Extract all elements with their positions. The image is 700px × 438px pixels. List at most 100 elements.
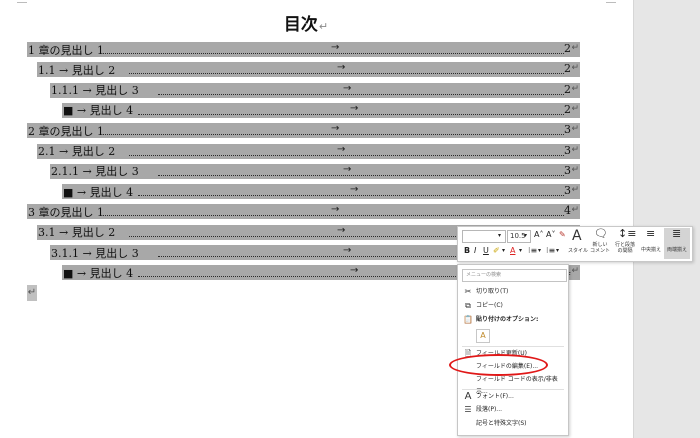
tab-arrow-mark: → [337, 224, 346, 236]
line-spacing-label[interactable]: 行と段落 の間隔 [611, 242, 639, 254]
styles-icon[interactable]: A [572, 229, 582, 243]
toc-page-number: 2 [564, 42, 571, 55]
paragraph-mark: ↵ [571, 164, 579, 175]
toc-entry[interactable]: 2.1 → 見出し 2 → 3 ↵ [37, 143, 580, 159]
toc-entry[interactable]: 1 章の見出し 1 → 2 ↵ [27, 42, 580, 57]
highlight-icon[interactable]: ✐ [493, 246, 500, 256]
menu-item-font[interactable]: A フォント(F)... [458, 391, 568, 403]
format-painter-icon[interactable]: ✎ [559, 230, 566, 240]
toc-page-number: 2 [564, 82, 571, 96]
tab-arrow-mark: → [343, 82, 352, 94]
paragraph-mark: ↵ [571, 185, 579, 196]
paragraph-mark: ↵ [571, 144, 579, 155]
grow-font-button[interactable]: A˄ [534, 230, 543, 240]
page-corner-mark [606, 2, 616, 3]
paste-keep-text-button[interactable]: A [476, 329, 490, 343]
paragraph-mark: ↵ [571, 205, 579, 216]
tab-arrow-mark: → [343, 163, 352, 175]
menu-item-paste-options: 📋 貼り付けのオプション: [458, 314, 568, 326]
paragraph-mark: ↵ [571, 103, 579, 114]
toc-page-number: 3 [564, 184, 571, 198]
toc-entry-label: ■ → 見出し 4 [63, 266, 134, 280]
tab-arrow-mark: → [331, 123, 340, 135]
tab-arrow-mark: → [350, 102, 359, 114]
mini-toolbar: ▾ 10.5 ▾ A˄ A˅ ✎ B I U ✐ ▾ A ▾ ⁝≡ ▾ ⁝≡ ▾… [457, 226, 693, 262]
bullets-icon[interactable]: ⁝≡ [528, 246, 537, 256]
paragraph-mark: ↵ [27, 285, 37, 301]
toc-entry-label: 1.1 → 見出し 2 [38, 63, 116, 77]
chevron-down-icon[interactable]: ▾ [556, 246, 559, 256]
line-spacing-icon[interactable]: ↕≡ [618, 228, 636, 239]
page-corner-mark [17, 2, 27, 3]
tab-arrow-mark: → [343, 245, 352, 256]
numbering-icon[interactable]: ⁝≡ [546, 246, 555, 256]
chevron-down-icon[interactable]: ▾ [538, 246, 541, 256]
tab-arrow-mark: → [337, 62, 346, 74]
comment-icon[interactable]: 🗨 [594, 228, 608, 239]
menu-divider [462, 389, 564, 390]
toc-title-text: 目次 [283, 15, 318, 35]
toc-page-number: 4 [564, 204, 571, 218]
menu-item-cut[interactable]: ✂ 切り取り(T) [458, 286, 568, 298]
toc-title[interactable]: 目次↵ [0, 10, 612, 35]
toc-entry[interactable]: 1.1.1 → 見出し 3 → 2 ↵ [50, 82, 580, 98]
align-center-label[interactable]: 中央揃え [638, 247, 664, 253]
menu-item-label: フォント(F)... [476, 393, 514, 400]
menu-item-label: 段落(P)... [476, 406, 503, 413]
menu-divider [462, 346, 564, 347]
chevron-down-icon[interactable]: ▾ [519, 246, 522, 256]
cut-icon: ✂ [464, 287, 472, 296]
font-color-icon[interactable]: A [510, 246, 515, 256]
menu-item-paragraph[interactable]: ☰ 段落(P)... [458, 404, 568, 416]
justify-label: 両端揃え [666, 247, 687, 253]
toc-entry-label: 2 章の見出し 1 [28, 124, 104, 138]
copy-icon: ⧉ [465, 301, 471, 310]
chevron-down-icon[interactable]: ▾ [524, 231, 527, 241]
toc-entry[interactable]: 1.1 → 見出し 2 → 2 ↵ [37, 62, 580, 78]
italic-button[interactable]: I [474, 246, 476, 256]
justify-icon: ≣ [672, 227, 682, 240]
toc-entry[interactable]: 2 章の見出し 1 → 3 ↵ [27, 123, 580, 139]
align-center-icon[interactable]: ≡ [646, 228, 655, 239]
paragraph-mark: ↵ [571, 124, 579, 135]
menu-item-symbols[interactable]: 記号と特殊文字(S) [458, 418, 568, 430]
tab-arrow-mark: → [331, 42, 340, 53]
toc-entry-label: 1 章の見出し 1 [28, 43, 104, 57]
underline-button[interactable]: U [483, 246, 489, 256]
toc-page-number: 3 [564, 163, 571, 177]
toc-entry-label: 1.1.1 → 見出し 3 [51, 84, 139, 98]
menu-item-label: コピー(C) [476, 302, 503, 309]
menu-item-label: 記号と特殊文字(S) [476, 420, 527, 427]
toc-entry[interactable]: 2.1.1 → 見出し 3 → 3 ↵ [50, 163, 580, 179]
menu-item-toggle-field-codes[interactable]: フィールド コードの表示/非表示... [458, 374, 568, 395]
paste-icon: 📋 [463, 315, 473, 324]
highlight-ellipse [449, 354, 548, 376]
chevron-down-icon[interactable]: ▾ [502, 246, 505, 256]
toc-page-number: 3 [564, 143, 571, 157]
tab-arrow-mark: → [337, 143, 346, 155]
tab-arrow-mark: → [350, 184, 359, 196]
menu-item-copy[interactable]: ⧉ コピー(C) [458, 300, 568, 312]
shrink-font-button[interactable]: A˅ [546, 230, 555, 240]
toc-entry[interactable]: ■ → 見出し 4 → 3 ↵ [62, 184, 580, 200]
font-size-box[interactable]: 10.5 [507, 230, 531, 243]
chevron-down-icon[interactable]: ▾ [498, 231, 501, 241]
tab-arrow-mark: → [331, 204, 340, 216]
paragraph-icon: ☰ [464, 405, 472, 414]
new-comment-label[interactable]: 新しい コメント [589, 242, 611, 254]
bold-button[interactable]: B [464, 246, 470, 256]
menu-item-label: 貼り付けのオプション: [476, 316, 539, 323]
toc-entry-label: 3 章の見出し 1 [28, 205, 104, 219]
toc-entry-label: ■ → 見出し 4 [63, 104, 134, 118]
menu-search-input[interactable]: メニューの検索 [462, 269, 567, 282]
window-background [633, 0, 700, 438]
menu-item-label: 切り取り(T) [476, 288, 509, 295]
paragraph-mark: ↵ [571, 266, 579, 277]
paragraph-mark: ↵ [571, 83, 579, 94]
toc-entry-label: 3.1 → 見出し 2 [38, 226, 116, 240]
toc-page-number: 2 [564, 62, 571, 76]
toc-entry[interactable]: ■ → 見出し 4 → 2 ↵ [62, 102, 580, 118]
dot-leader [129, 63, 564, 75]
styles-button-label[interactable]: スタイル [566, 248, 590, 254]
toc-entry[interactable]: 3 章の見出し 1 → 4 ↵ [27, 204, 580, 220]
